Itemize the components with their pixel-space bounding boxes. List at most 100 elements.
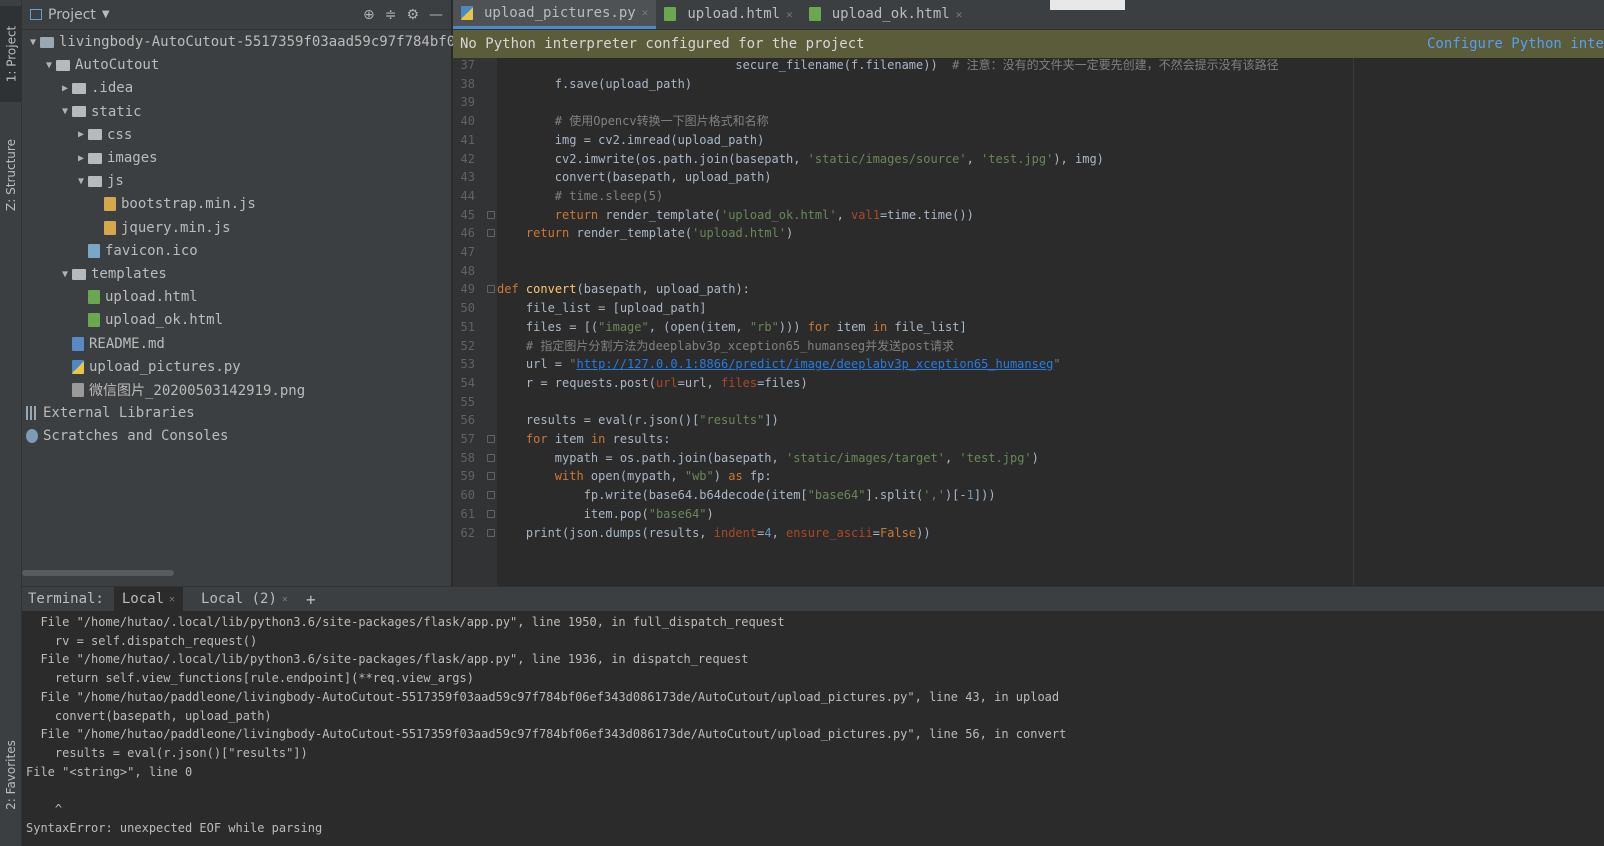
folder-icon bbox=[40, 36, 54, 48]
tree-item[interactable]: ▼ js bbox=[74, 170, 124, 192]
fold-marker-icon[interactable] bbox=[487, 285, 495, 294]
fold-marker-icon[interactable] bbox=[487, 210, 495, 219]
close-icon[interactable]: ✕ bbox=[786, 8, 793, 21]
tree-item[interactable]: External Libraries bbox=[26, 402, 195, 424]
line-number: 49 bbox=[460, 282, 475, 297]
folder-icon bbox=[88, 129, 102, 141]
close-icon[interactable]: ✕ bbox=[642, 6, 649, 19]
chevron-right-icon[interactable]: ▶ bbox=[58, 83, 72, 94]
chevron-down-icon[interactable]: ▼ bbox=[74, 176, 88, 187]
tree-item-label: .idea bbox=[91, 80, 134, 97]
chevron-down-icon[interactable]: ▼ bbox=[42, 60, 56, 71]
code-line: 59 with open(mypath, "wb") as fp: bbox=[453, 467, 1604, 486]
chevron-right-icon[interactable]: ▶ bbox=[74, 129, 88, 140]
tree-item[interactable]: ▼ templates bbox=[58, 263, 167, 285]
tree-item[interactable]: ▼ AutoCutout bbox=[42, 54, 159, 76]
code-text: with open(mypath, "wb") as fp: bbox=[554, 469, 772, 484]
close-icon[interactable]: ✕ bbox=[169, 594, 175, 605]
fold-marker-icon[interactable] bbox=[487, 472, 495, 481]
collapse-all-icon[interactable]: ≑ bbox=[385, 7, 397, 23]
editor-tab-label: upload_ok.html bbox=[831, 6, 950, 22]
tree-item[interactable]: bootstrap.min.js bbox=[90, 193, 256, 215]
tree-item[interactable]: upload_pictures.py bbox=[58, 356, 241, 378]
tree-item[interactable]: 微信图片_20200503142919.png bbox=[58, 379, 305, 401]
tree-item[interactable]: ▶ images bbox=[74, 147, 158, 169]
project-horizontal-scrollbar[interactable] bbox=[22, 570, 174, 576]
code-line: 42 cv2.imwrite(os.path.join(basepath, 's… bbox=[453, 150, 1604, 169]
terminal-line: SyntaxError: unexpected EOF while parsin… bbox=[26, 820, 323, 835]
code-text: files = [("image", (open(item, "rb"))) f… bbox=[497, 319, 967, 334]
terminal-tab-local-2[interactable]: Local (2) ✕ bbox=[193, 587, 296, 611]
locate-icon[interactable]: ⊕ bbox=[363, 7, 375, 23]
tree-item-label: AutoCutout bbox=[75, 57, 160, 74]
fold-marker-icon[interactable] bbox=[487, 509, 495, 518]
close-icon[interactable]: ✕ bbox=[956, 8, 963, 21]
tree-item[interactable]: upload.html bbox=[74, 286, 198, 308]
new-terminal-button[interactable]: + bbox=[306, 590, 316, 609]
code-line: 51 files = [("image", (open(item, "rb"))… bbox=[453, 318, 1604, 337]
chevron-down-icon[interactable]: ▼ bbox=[58, 269, 72, 280]
code-text: # 指定图片分割方法为deeplabv3p_xception65_humanse… bbox=[525, 338, 954, 353]
code-line: 43 convert(basepath, upload_path) bbox=[453, 168, 1604, 187]
hide-panel-icon[interactable]: — bbox=[429, 7, 443, 23]
fold-marker-icon[interactable] bbox=[487, 491, 495, 500]
code-line: 45 return render_template('upload_ok.htm… bbox=[453, 206, 1604, 225]
tree-item-label: css bbox=[107, 126, 133, 143]
project-panel: Project ▼ ⊕ ≑ ⚙ — ▼ livingbody-AutoCutout… bbox=[22, 0, 464, 586]
code-line: 62 print(json.dumps(results, indent=4, e… bbox=[453, 524, 1604, 543]
line-number: 58 bbox=[460, 450, 475, 465]
code-line: 40 # 使用Opencv转换一下图片格式和名称 bbox=[453, 112, 1604, 131]
editor-tab[interactable]: upload_pictures.py ✕ bbox=[453, 0, 657, 29]
chevron-down-icon[interactable]: ▼ bbox=[58, 106, 72, 117]
configure-interpreter-link[interactable]: Configure Python inte bbox=[1427, 36, 1604, 52]
code-editor[interactable]: 37 secure_filename(f.filename)) # 注意：没有的… bbox=[453, 58, 1604, 586]
close-icon[interactable]: ✕ bbox=[282, 594, 288, 605]
tree-item-label: images bbox=[107, 150, 158, 166]
code-line: 53 url = "http://127.0.0.1:8866/predict/… bbox=[453, 355, 1604, 374]
tree-item[interactable]: jquery.min.js bbox=[90, 217, 231, 239]
fold-marker-icon[interactable] bbox=[487, 528, 495, 537]
chevron-down-icon[interactable]: ▼ bbox=[26, 37, 40, 48]
editor-tab[interactable]: upload_ok.html ✕ bbox=[801, 0, 971, 29]
tree-item[interactable]: ▼ livingbody-AutoCutout-5517359f03aad59c9… bbox=[26, 31, 464, 53]
chevron-right-icon[interactable]: ▶ bbox=[74, 153, 88, 164]
line-number: 43 bbox=[460, 170, 475, 185]
line-number: 60 bbox=[460, 488, 475, 503]
project-tool-tab[interactable]: 1: Project bbox=[0, 6, 22, 102]
line-number: 62 bbox=[460, 525, 475, 540]
line-number: 41 bbox=[460, 132, 475, 147]
tree-item[interactable]: ▼ static bbox=[58, 101, 142, 123]
code-text: cv2.imwrite(os.path.join(basepath, 'stat… bbox=[497, 151, 1104, 166]
code-text: return render_template('upload.html') bbox=[525, 226, 794, 241]
floating-toolbar-widget[interactable] bbox=[1050, 0, 1125, 10]
tree-item[interactable]: ▶ css bbox=[74, 124, 132, 146]
code-text: for item in results: bbox=[525, 432, 671, 446]
project-panel-header: Project ▼ ⊕ ≑ ⚙ — bbox=[22, 0, 451, 30]
project-view-selector[interactable]: Project ▼ bbox=[30, 7, 110, 23]
fold-marker-icon[interactable] bbox=[487, 435, 495, 443]
fold-marker-icon[interactable] bbox=[487, 453, 495, 462]
folder-icon bbox=[88, 152, 102, 164]
tree-item[interactable]: upload_ok.html bbox=[74, 309, 223, 331]
terminal-tab-label: Local (2) bbox=[201, 591, 277, 607]
tree-item[interactable]: README.md bbox=[58, 333, 165, 355]
fold-marker-icon[interactable] bbox=[487, 229, 495, 238]
code-line: 58 mypath = os.path.join(basepath, 'stat… bbox=[453, 449, 1604, 468]
html-file-icon bbox=[664, 7, 677, 21]
line-number: 39 bbox=[460, 95, 475, 110]
line-number: 51 bbox=[460, 319, 475, 334]
structure-tool-tab[interactable]: Z: Structure bbox=[0, 120, 22, 230]
terminal-tab-label: Local bbox=[121, 591, 165, 607]
gear-icon[interactable]: ⚙ bbox=[406, 7, 419, 23]
favorites-tool-tab[interactable]: 2: Favorites bbox=[0, 720, 22, 830]
terminal-line: File "/home/hutao/.local/lib/python3.6/s… bbox=[26, 652, 749, 667]
tree-item[interactable]: Scratches and Consoles bbox=[26, 425, 228, 447]
terminal-tab-local[interactable]: Local ✕ bbox=[113, 587, 184, 611]
code-text: url = "http://127.0.0.1:8866/predict/ima… bbox=[497, 357, 1061, 372]
line-number: 44 bbox=[460, 188, 475, 203]
tree-item[interactable]: ▶ .idea bbox=[58, 77, 133, 99]
js-file-icon bbox=[104, 197, 116, 212]
editor-tab[interactable]: upload.html ✕ bbox=[656, 0, 800, 29]
terminal-line: return self.view_functions[rule.endpoint… bbox=[26, 671, 474, 686]
tree-item[interactable]: favicon.ico bbox=[74, 240, 198, 262]
